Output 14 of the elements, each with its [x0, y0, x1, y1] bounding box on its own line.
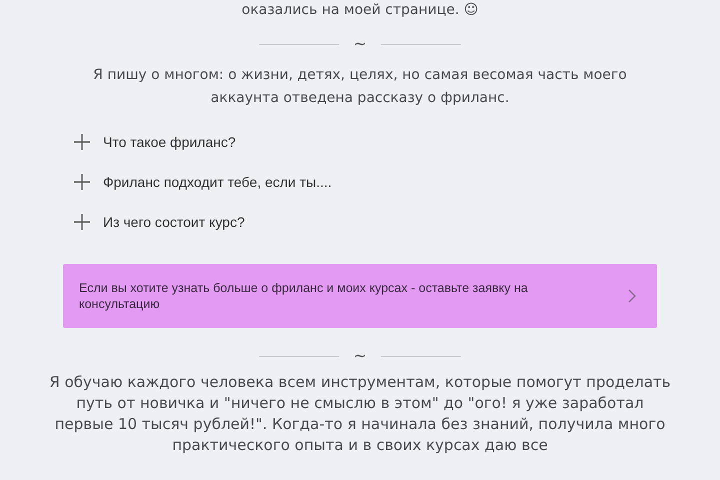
- paragraph: Я пишу о многом: о жизни, детях, целях, но самая весомая часть моего аккаунта отведена рассказу о фриланс.: [92, 66, 628, 108]
- accordion-item[interactable]: Из чего состоит курс?: [103, 214, 245, 230]
- accordion-item[interactable]: Что такое фриланс?: [103, 134, 236, 150]
- plus-icon[interactable]: [73, 173, 91, 191]
- chevron-right-icon: [627, 288, 637, 304]
- tilde-ornament: ~: [353, 36, 367, 52]
- banner-text: Если вы хотите узнать больше о фриланс и моих курсах - оставьте заявку на консультацию: [79, 280, 529, 312]
- accordion-item[interactable]: Фриланс подходит тебе, если ты....: [103, 174, 332, 190]
- consultation-banner[interactable]: Если вы хотите узнать больше о фриланс и моих курсах - оставьте заявку на консультацию: [63, 264, 657, 328]
- tilde-ornament: ~: [353, 348, 367, 364]
- paragraph: оказались на моей странице. ☺: [242, 1, 478, 20]
- plus-icon[interactable]: [73, 133, 91, 151]
- plus-icon[interactable]: [73, 213, 91, 231]
- paragraph: Я обучаю каждого человека всем инструментам, которые помогут проделать путь от новичка и "ничего не смыслю в этом" до "ого! я уже заработал первые 10 тысяч рублей!". Когда-то я начинала без знаний, получила много практического опыта и в своих курсах даю все: [48, 372, 672, 456]
